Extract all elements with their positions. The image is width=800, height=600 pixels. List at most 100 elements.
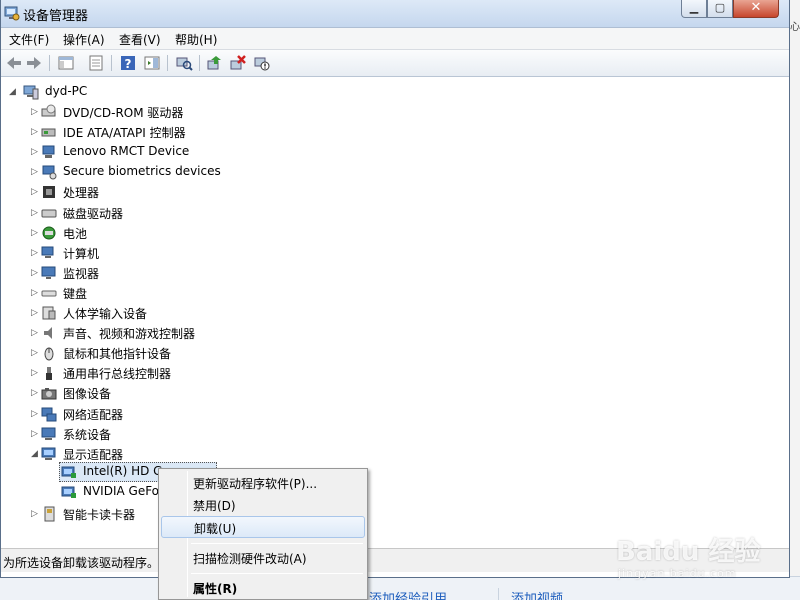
properties-icon[interactable] [87,54,105,72]
expand-arrow-icon[interactable]: ▷ [31,247,41,259]
help-icon[interactable]: ? [119,54,137,72]
expand-arrow-icon[interactable]: ▷ [31,327,41,339]
expand-arrow-icon[interactable]: ▷ [31,367,41,379]
menu-file[interactable]: 文件(F) [9,31,49,48]
category-label: 网络适配器 [63,407,124,422]
menu-disable[interactable]: 禁用(D) [161,494,365,516]
disable-device-icon[interactable] [253,54,271,72]
category-row[interactable]: ▷ 键盘 [1,283,401,303]
expand-arrow-icon[interactable]: ▷ [31,307,41,319]
menu-update-driver[interactable]: 更新驱动程序软件(P)... [161,472,365,494]
category-label: 处理器 [63,186,100,201]
expand-arrow-icon[interactable]: ▷ [31,207,41,219]
watermark-site: jingyan.baidu.com [618,567,737,580]
category-label: 磁盘驱动器 [63,206,124,221]
menu-action[interactable]: 操作(A) [63,31,105,48]
close-icon: ✕ [750,0,762,15]
root-label: dyd-PC [45,84,88,98]
expand-arrow-icon[interactable]: ▷ [31,267,41,279]
menu-properties[interactable]: 属性(R) [161,577,365,599]
menu-uninstall-label: 卸载(U) [194,522,237,536]
show-hide-console-tree-icon[interactable] [57,54,75,72]
category-row[interactable]: ▷ 磁盘驱动器 [1,203,401,223]
category-label: 图像设备 [63,387,112,402]
maximize-button[interactable]: ▢ [707,0,733,18]
category-row[interactable]: ▷ 人体学输入设备 [1,303,401,323]
baidu-watermark: Baidu 经验 jingyan.baidu.com [612,514,762,585]
context-menu: 更新驱动程序软件(P)... 禁用(D) 卸载(U) 扫描检测硬件改动(A) 属… [158,468,368,600]
expand-arrow-icon[interactable]: ▷ [31,106,41,118]
update-driver-icon[interactable] [205,54,223,72]
svg-text:?: ? [125,57,132,71]
menu-uninstall[interactable]: 卸载(U) [161,516,365,538]
status-text: 为所选设备卸载该驱动程序。 [3,556,160,570]
category-label: 鼠标和其他指针设备 [63,347,172,362]
category-row[interactable]: ▷ Lenovo RMCT Device [1,142,401,162]
device-tree[interactable]: ◢ dyd-PC ▷ DVD/CD-ROM 驱动器 ▷ IDE ATA/ATAPI 控… [1,78,789,548]
category-label: IDE ATA/ATAPI 控制器 [63,126,186,141]
expand-arrow-icon[interactable]: ▷ [31,287,41,299]
device-label-nvidia: NVIDIA GeFo [83,484,160,498]
category-row[interactable]: ▷ 系统设备 [1,424,401,444]
usb-icon [41,365,57,381]
category-row[interactable]: ▷ 监视器 [1,263,401,283]
category-row[interactable]: ▷ 声音、视频和游戏控制器 [1,323,401,343]
background-side-text: 心 [790,22,800,33]
menu-view[interactable]: 查看(V) [119,31,161,48]
ide-controller-icon [41,124,57,140]
battery-icon [41,225,57,241]
category-row[interactable]: ▷ 电池 [1,223,401,243]
category-row[interactable]: ▷ DVD/CD-ROM 驱动器 [1,102,401,122]
action-pane-icon[interactable] [143,54,161,72]
menu-disable-label: 禁用(D) [193,499,236,513]
category-row[interactable]: ▷ 处理器 [1,182,401,202]
tree-root[interactable]: ◢ dyd-PC [1,82,401,102]
system-device-icon [41,426,57,442]
expand-arrow-icon[interactable]: ▷ [31,146,41,158]
monitor-icon [41,265,57,281]
category-label: 电池 [63,226,88,241]
menu-scan-hardware[interactable]: 扫描检测硬件改动(A) [161,547,365,569]
category-row[interactable]: ▷ IDE ATA/ATAPI 控制器 [1,122,401,142]
menu-properties-label: 属性(R) [193,582,238,596]
category-row[interactable]: ▷ 计算机 [1,243,401,263]
expand-arrow-icon[interactable]: ▷ [31,347,41,359]
back-arrow-icon[interactable] [5,54,23,72]
category-row[interactable]: ◢ 显示适配器 [1,444,401,464]
forward-arrow-icon[interactable] [25,54,43,72]
toolbar-separator [167,55,168,71]
category-row[interactable]: ▷ Secure biometrics devices [1,162,401,182]
category-row[interactable]: ▷ 网络适配器 [1,404,401,424]
toolbar-separator [111,55,112,71]
collapse-arrow-icon[interactable]: ◢ [31,448,41,460]
smart-card-icon [41,506,57,522]
collapse-arrow-icon[interactable]: ◢ [9,86,19,98]
category-label: 显示适配器 [63,447,124,462]
expand-arrow-icon[interactable]: ▷ [31,166,41,178]
uninstall-icon[interactable] [229,54,247,72]
menu-separator [191,573,363,574]
category-label: 键盘 [63,286,88,301]
expand-arrow-icon[interactable]: ▷ [31,428,41,440]
hid-icon [41,305,57,321]
display-adapter-icon [61,464,77,480]
expand-arrow-icon[interactable]: ▷ [31,186,41,198]
add-reference-link[interactable]: 添加经验引用 [356,588,447,600]
expand-arrow-icon[interactable]: ▷ [31,508,41,520]
title-bar[interactable]: 设备管理器 ▁ ▢ ✕ [1,0,789,28]
processor-icon [41,184,57,200]
add-video-link[interactable]: 添加视频 [498,588,563,600]
category-row[interactable]: ▷ 图像设备 [1,383,401,403]
expand-arrow-icon[interactable]: ▷ [31,227,41,239]
expand-arrow-icon[interactable]: ▷ [31,387,41,399]
expand-arrow-icon[interactable]: ▷ [31,408,41,420]
menu-help[interactable]: 帮助(H) [175,31,217,48]
category-row[interactable]: ▷ 通用串行总线控制器 [1,363,401,383]
minimize-button[interactable]: ▁ [681,0,707,18]
menu-scan-hardware-label: 扫描检测硬件改动(A) [193,552,307,566]
category-row[interactable]: ▷ 鼠标和其他指针设备 [1,343,401,363]
scan-hardware-icon[interactable] [175,54,193,72]
close-button[interactable]: ✕ [733,0,779,18]
expand-arrow-icon[interactable]: ▷ [31,126,41,138]
lenovo-device-icon [41,144,57,160]
